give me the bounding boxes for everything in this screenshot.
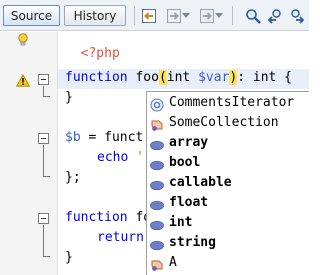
find-icon[interactable] <box>244 7 261 24</box>
fold-end <box>43 176 50 177</box>
completion-label: float <box>169 195 209 210</box>
php-open-tag: <?php <box>80 46 120 61</box>
fold-end <box>43 256 50 257</box>
warning-icon[interactable] <box>16 73 30 87</box>
completion-label: callable <box>169 175 232 190</box>
code-line[interactable]: } <box>65 250 73 270</box>
fold-line <box>43 145 44 177</box>
chevron-down-icon[interactable] <box>181 9 190 22</box>
completion-item[interactable]: float <box>147 195 310 215</box>
fold-collapse-icon[interactable] <box>38 74 49 85</box>
closing-brace: } <box>65 90 73 105</box>
completion-label: A <box>169 255 177 270</box>
find-previous-icon[interactable] <box>266 7 283 24</box>
code-completion-popup: CommentsIterator SomeCollection array bo… <box>146 91 309 275</box>
back-history-icon[interactable] <box>140 7 157 24</box>
completion-label: array <box>169 135 209 150</box>
completion-item[interactable]: SomeCollection <box>147 115 310 135</box>
code-line[interactable]: <?php <box>65 31 120 61</box>
last-edit-icon[interactable] <box>165 7 182 24</box>
completion-item[interactable]: callable <box>147 175 310 195</box>
code-line[interactable]: function fo <box>65 210 151 230</box>
return-type: : int { <box>237 70 293 85</box>
code-line[interactable]: return <box>97 230 144 250</box>
editor-gutter <box>0 32 58 275</box>
lightbulb-icon[interactable] <box>16 33 30 47</box>
param-variable: $var <box>198 70 230 85</box>
completion-label: CommentsIterator <box>169 95 295 110</box>
completion-label: bool <box>169 155 201 170</box>
fold-end <box>43 96 50 97</box>
chevron-down-icon[interactable] <box>214 9 223 22</box>
keyword: function <box>65 210 128 225</box>
code-line[interactable]: $b = funct <box>65 130 143 150</box>
interface-icon <box>150 118 164 132</box>
php-keyword-icon <box>150 218 164 232</box>
interface-icon <box>150 258 164 272</box>
completion-item[interactable]: A <box>147 255 310 275</box>
editor-toolbar: Source History <box>0 0 309 31</box>
completion-label: string <box>169 235 216 250</box>
string-literal: ' <box>128 150 144 165</box>
completion-label: SomeCollection <box>169 115 279 130</box>
closing-brace: } <box>65 250 73 265</box>
paren-match: ( <box>158 70 167 85</box>
toolbar-separator <box>232 6 233 25</box>
toolbar-separator <box>134 6 135 25</box>
code-text: = funct <box>80 130 144 145</box>
php-keyword-icon <box>150 158 164 172</box>
php-keyword-icon <box>150 138 164 152</box>
class-icon <box>150 98 164 112</box>
variable: $b <box>65 130 81 145</box>
fold-collapse-icon[interactable] <box>38 133 49 144</box>
function-name: foo <box>127 70 159 85</box>
php-keyword-icon <box>150 238 164 252</box>
php-keyword-icon <box>150 178 164 192</box>
closing-brace: }; <box>65 170 81 185</box>
tab-history[interactable]: History <box>64 5 126 26</box>
forward-icon[interactable] <box>198 7 215 24</box>
keyword: function <box>65 70 128 85</box>
code-line[interactable]: } <box>65 90 73 110</box>
keyword: return <box>97 230 144 245</box>
keyword: echo <box>97 150 129 165</box>
code-line[interactable]: }; <box>65 170 81 190</box>
completion-item[interactable]: int <box>147 215 310 235</box>
param-type: int <box>166 70 191 85</box>
fold-line <box>43 225 44 257</box>
php-keyword-icon <box>150 198 164 212</box>
completion-item[interactable]: array <box>147 135 310 155</box>
code-line[interactable]: echo ' <box>97 150 144 170</box>
completion-item[interactable]: bool <box>147 155 310 175</box>
fold-collapse-icon[interactable] <box>38 213 49 224</box>
find-next-icon[interactable] <box>288 7 305 24</box>
code-line[interactable]: function foo(int $var): int { <box>65 70 292 90</box>
completion-item[interactable]: string <box>147 235 310 255</box>
completion-label: int <box>169 215 193 230</box>
tab-source[interactable]: Source <box>3 5 60 26</box>
completion-item[interactable]: CommentsIterator <box>147 95 310 115</box>
